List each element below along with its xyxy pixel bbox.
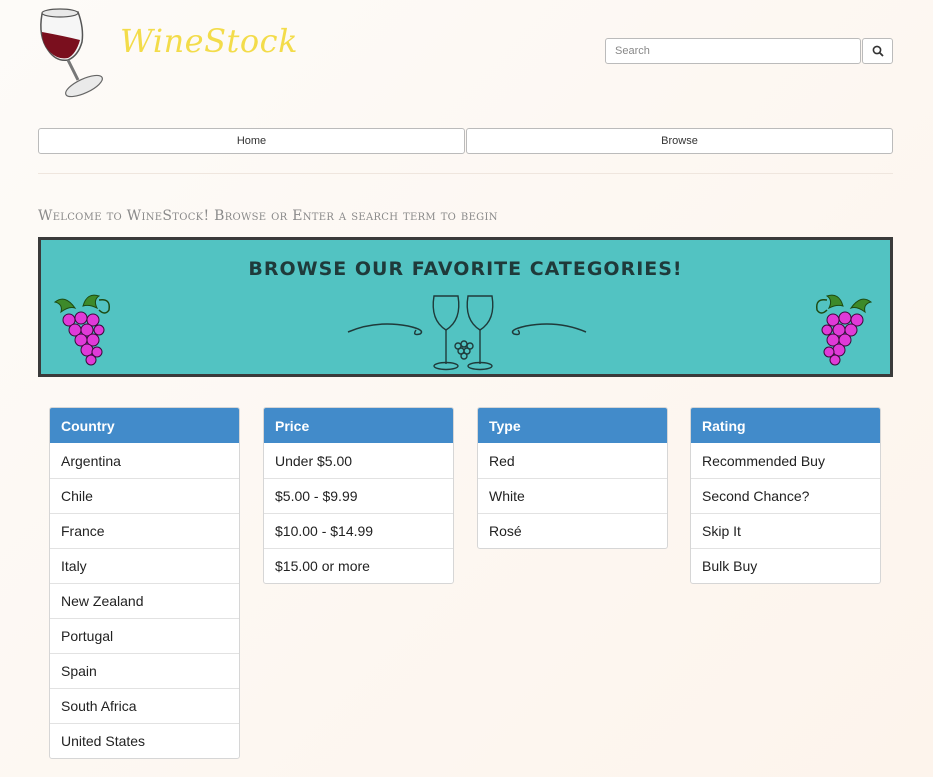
grapes-icon — [815, 294, 873, 366]
wine-glasses-icon — [347, 295, 587, 371]
list-item[interactable]: $10.00 - $14.99 — [264, 513, 453, 548]
grapes-icon — [53, 294, 111, 366]
list-item[interactable]: Portugal — [50, 618, 239, 653]
categories-banner: Browse our favorite categories! — [38, 237, 893, 377]
banner-title: Browse our favorite categories! — [248, 258, 683, 280]
price-panel-title: Price — [264, 408, 453, 443]
search-icon — [872, 45, 884, 57]
search-button[interactable] — [862, 38, 893, 64]
list-item[interactable]: Italy — [50, 548, 239, 583]
list-item[interactable]: Argentina — [50, 443, 239, 478]
country-panel: Country Argentina Chile France Italy New… — [49, 407, 240, 759]
price-panel: Price Under $5.00 $5.00 - $9.99 $10.00 -… — [263, 407, 454, 584]
nav-browse-button[interactable]: Browse — [466, 128, 893, 154]
list-item[interactable]: White — [478, 478, 667, 513]
search-input[interactable] — [605, 38, 861, 64]
brand-logo-text[interactable]: WineStock — [120, 22, 298, 60]
country-panel-title: Country — [50, 408, 239, 443]
list-item[interactable]: Spain — [50, 653, 239, 688]
list-item[interactable]: Chile — [50, 478, 239, 513]
wine-glass-icon — [34, 6, 108, 98]
list-item[interactable]: Red — [478, 443, 667, 478]
list-item[interactable]: Recommended Buy — [691, 443, 880, 478]
main-nav: Home Browse — [38, 128, 893, 154]
search-form — [605, 38, 893, 64]
rating-panel: Rating Recommended Buy Second Chance? Sk… — [690, 407, 881, 584]
list-item[interactable]: Bulk Buy — [691, 548, 880, 583]
rating-panel-title: Rating — [691, 408, 880, 443]
list-item[interactable]: Skip It — [691, 513, 880, 548]
nav-home-button[interactable]: Home — [38, 128, 465, 154]
list-item[interactable]: $15.00 or more — [264, 548, 453, 583]
type-panel: Type Red White Rosé — [477, 407, 668, 549]
list-item[interactable]: Rosé — [478, 513, 667, 548]
list-item[interactable]: United States — [50, 723, 239, 758]
list-item[interactable]: $5.00 - $9.99 — [264, 478, 453, 513]
list-item[interactable]: Second Chance? — [691, 478, 880, 513]
list-item[interactable]: France — [50, 513, 239, 548]
welcome-message: Welcome to WineStock! Browse or Enter a … — [38, 208, 498, 224]
divider — [38, 173, 893, 174]
list-item[interactable]: South Africa — [50, 688, 239, 723]
list-item[interactable]: New Zealand — [50, 583, 239, 618]
type-panel-title: Type — [478, 408, 667, 443]
list-item[interactable]: Under $5.00 — [264, 443, 453, 478]
